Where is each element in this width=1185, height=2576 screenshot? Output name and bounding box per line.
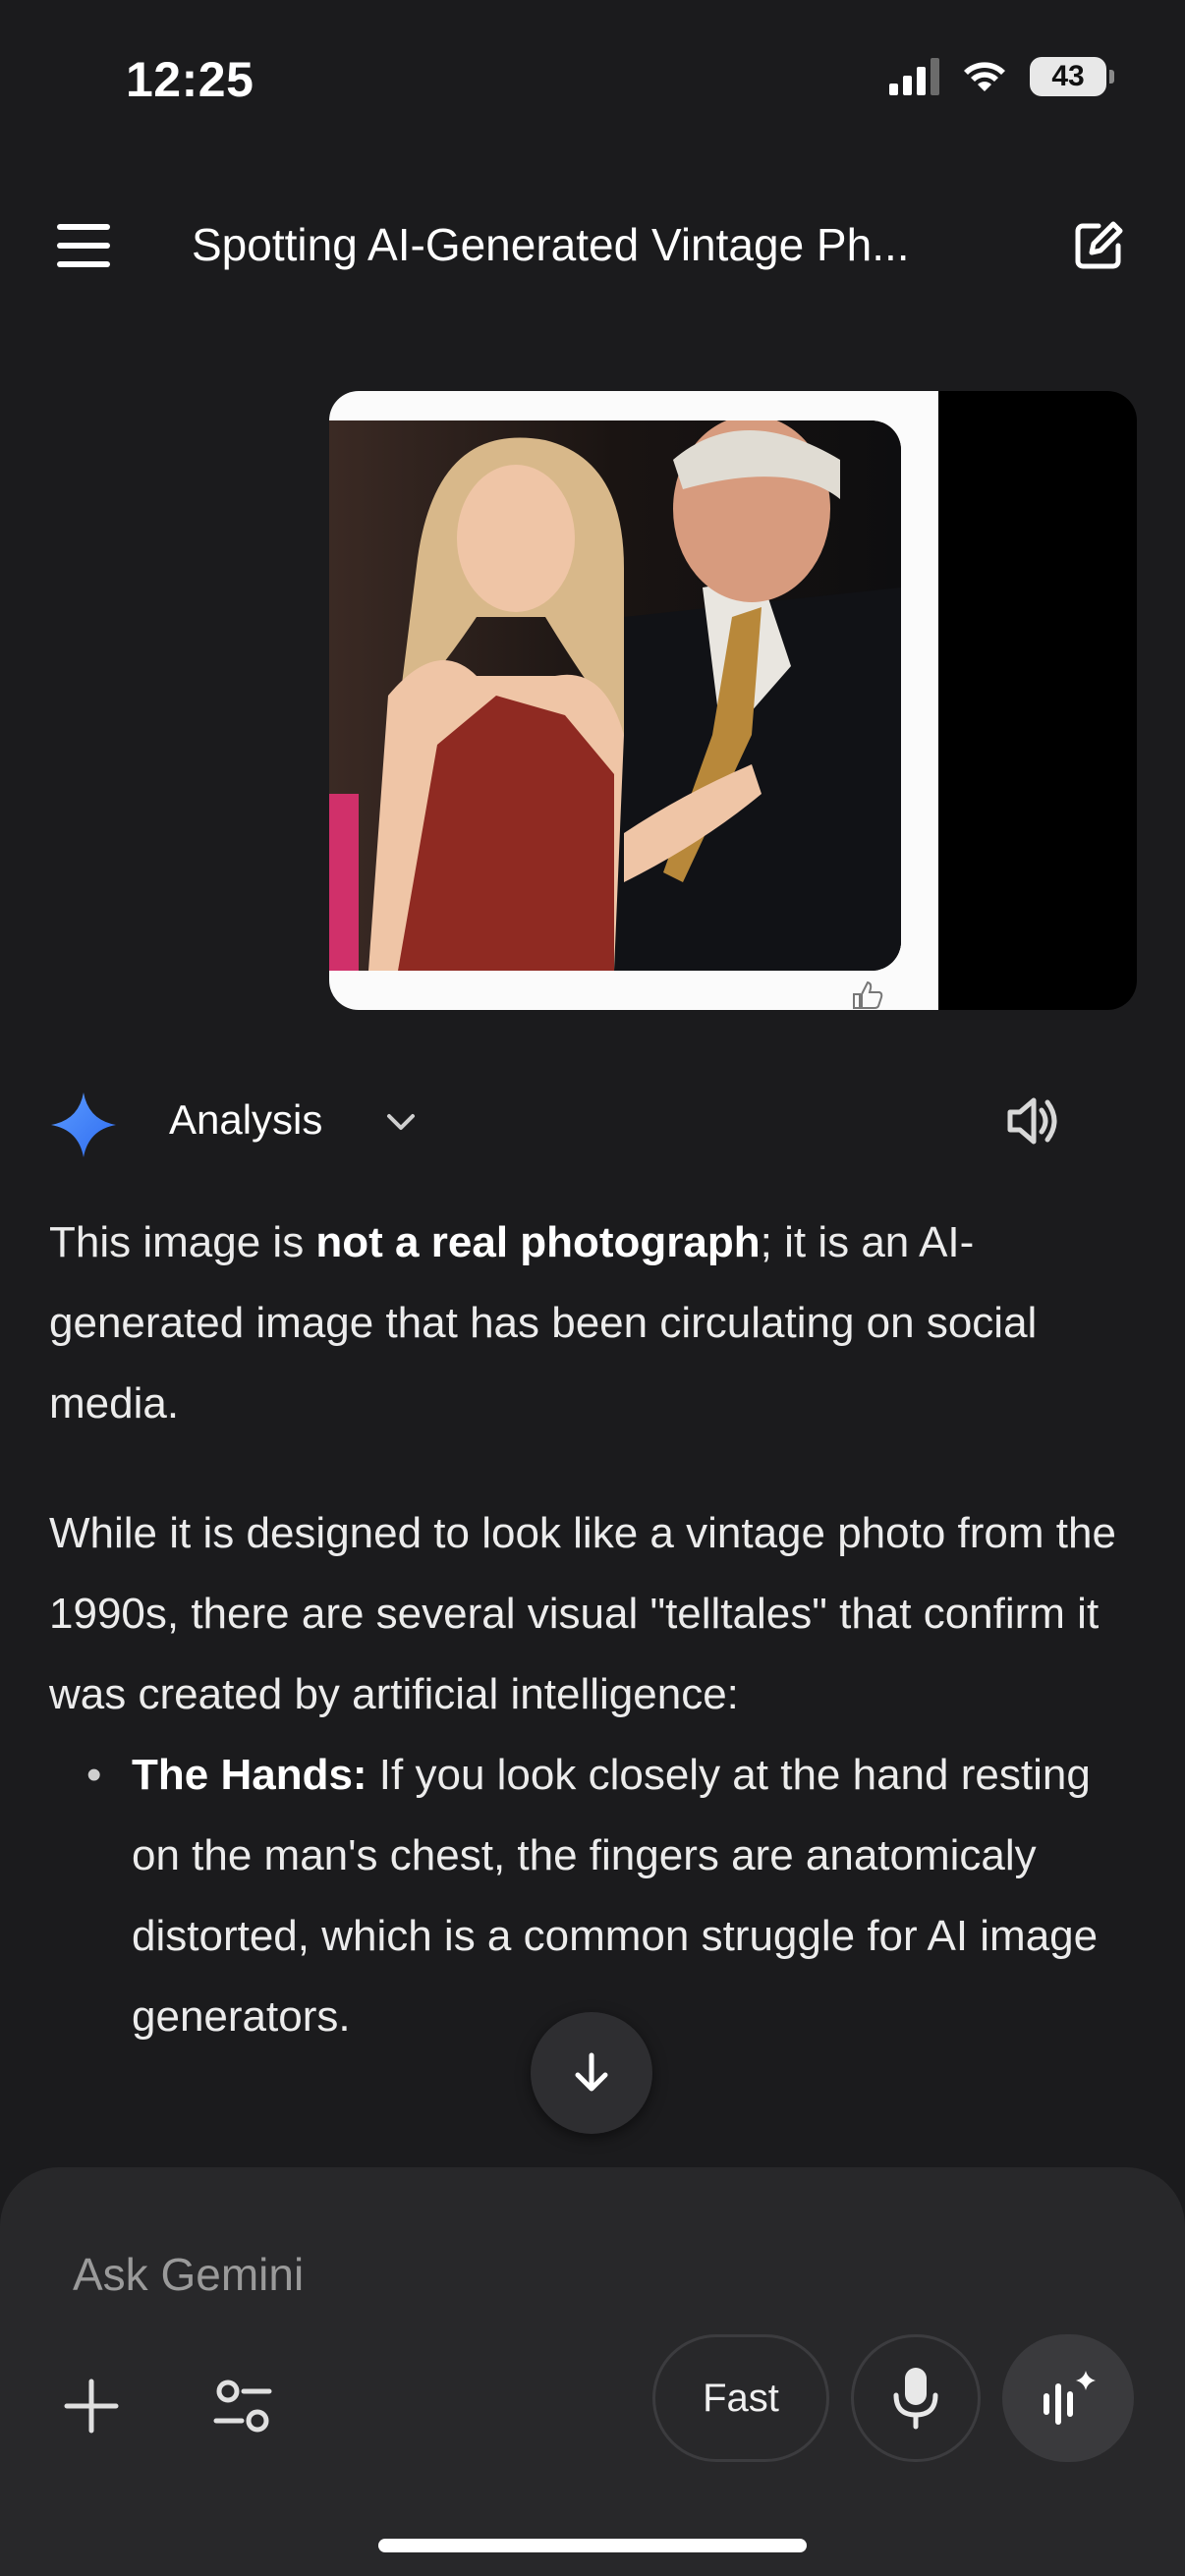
response-body: This image is not a real photograph; it … — [49, 1203, 1140, 2057]
chat-header: Spotting AI-Generated Vintage Ph... — [0, 196, 1185, 295]
battery-indicator: 43 — [1030, 57, 1114, 96]
scroll-down-button[interactable] — [531, 2012, 652, 2134]
speaker-icon[interactable] — [1000, 1089, 1065, 1153]
live-sparkle-waveform-icon — [1044, 2371, 1096, 2425]
paragraph-1: This image is not a real photograph; it … — [49, 1203, 1140, 1444]
chevron-down-icon[interactable] — [381, 1102, 421, 1142]
attached-image[interactable] — [329, 391, 1137, 1010]
live-voice-button[interactable] — [1002, 2334, 1134, 2462]
mode-label[interactable]: Analysis — [169, 1096, 322, 1144]
new-chat-edit-icon[interactable] — [1069, 216, 1128, 275]
bullet-dot: • — [86, 1751, 102, 1799]
list-item: • The Hands: If you look closely at the … — [49, 1735, 1140, 2057]
bullet-1-bold: The Hands: — [132, 1751, 367, 1799]
response-header: Analysis — [0, 1081, 1185, 1159]
status-icons: 43 — [889, 57, 1114, 96]
gemini-sparkle-icon — [51, 1092, 116, 1157]
thumbs-up-icon — [853, 980, 883, 1009]
microphone-icon — [893, 2368, 938, 2430]
cellular-signal-icon — [889, 58, 939, 95]
plus-icon[interactable] — [61, 2376, 122, 2436]
paragraph-2: While it is designed to look like a vint… — [49, 1509, 1116, 1718]
app-screen: 12:25 43 Spotting AI-Generated Vintage P… — [0, 0, 1185, 2576]
input-panel: Ask Gemini Fast — [0, 2167, 1185, 2576]
photo-thumbnail — [329, 420, 901, 971]
chat-title: Spotting AI-Generated Vintage Ph... — [192, 219, 910, 270]
arrow-down-icon — [575, 2052, 608, 2092]
home-indicator[interactable] — [378, 2539, 807, 2552]
paragraph-1-bold: not a real photograph — [315, 1218, 761, 1266]
wifi-icon — [964, 62, 1005, 91]
menu-icon[interactable] — [57, 224, 110, 267]
tools-icon[interactable] — [208, 2372, 277, 2440]
status-time: 12:25 — [126, 52, 254, 107]
ask-input[interactable]: Ask Gemini — [73, 2248, 304, 2301]
paragraph-1-pre: This image is — [49, 1218, 316, 1266]
fast-mode-button[interactable]: Fast — [652, 2334, 829, 2462]
microphone-button[interactable] — [851, 2334, 981, 2462]
